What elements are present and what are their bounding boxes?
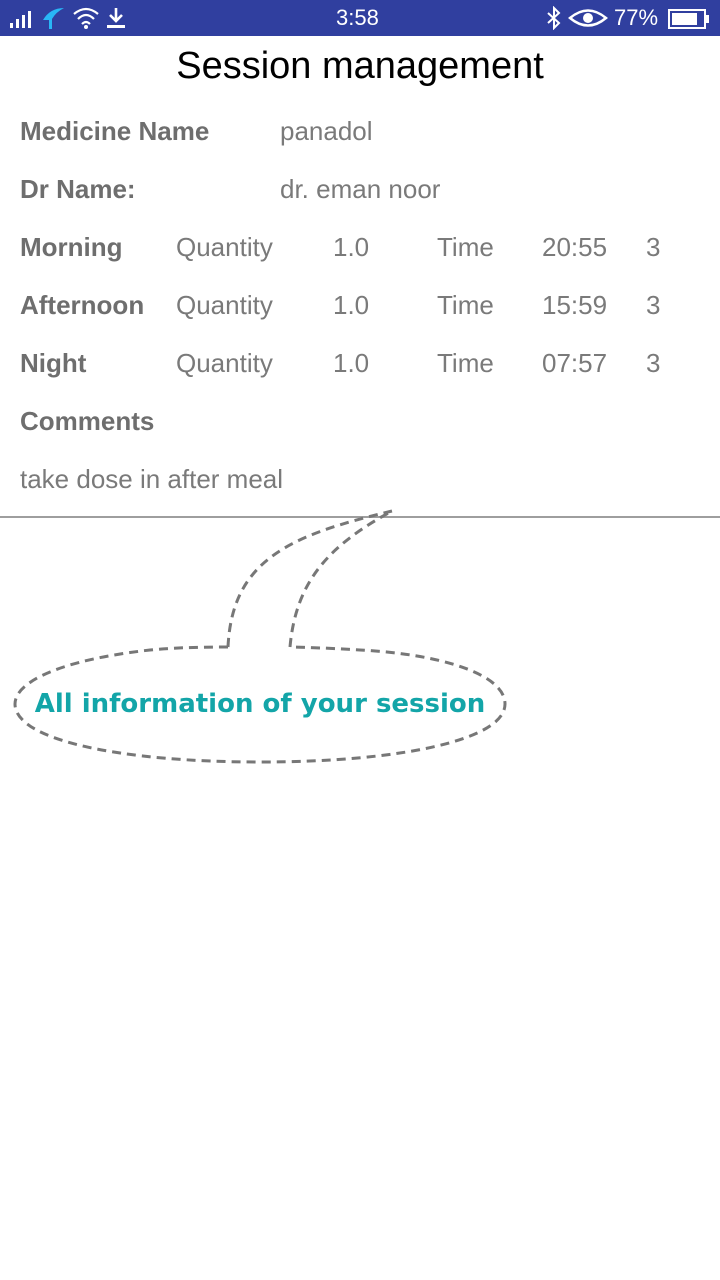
bluetooth-icon [547,6,561,30]
dose-time-label: Time [437,232,494,262]
dose-time-label: Time [437,348,494,378]
battery-icon [668,9,709,29]
dose-quantity-value: 1.0 [333,232,370,262]
dose-quantity-label: Quantity [176,348,273,378]
callout-bubble [13,509,507,764]
download-icon [107,8,125,28]
dose-count: 3 [646,290,661,320]
doctor-name-value: dr. eman noor [280,174,441,204]
page-title: Session management [176,45,544,87]
dose-time-label: Time [437,290,494,320]
dose-period-afternoon: Afternoon [20,290,145,320]
status-time: 3:58 [336,5,379,30]
dose-time-value: 15:59 [542,290,608,320]
dose-quantity-value: 1.0 [333,290,370,320]
medicine-name-label: Medicine Name [20,116,210,146]
comments-value: take dose in after meal [20,464,284,494]
doctor-name-label: Dr Name: [20,174,136,204]
battery-percent: 77% [614,5,659,30]
comments-label: Comments [20,406,155,436]
signal-icon [10,11,31,28]
dose-time-value: 07:57 [542,348,608,378]
dose-period-night: Night [20,348,87,378]
dose-quantity-label: Quantity [176,232,273,262]
carrier-icon [43,8,64,29]
dose-quantity-label: Quantity [176,290,273,320]
medicine-name-value: panadol [280,116,373,146]
dose-count: 3 [646,348,661,378]
dose-quantity-value: 1.0 [333,348,370,378]
dose-time-value: 20:55 [542,232,608,262]
dose-period-morning: Morning [20,232,123,262]
dose-count: 3 [646,232,661,262]
eye-icon [568,9,608,27]
status-bar: 3:58 77% [0,0,720,36]
callout-text: All information of your session [34,689,486,719]
wifi-icon [73,7,99,29]
